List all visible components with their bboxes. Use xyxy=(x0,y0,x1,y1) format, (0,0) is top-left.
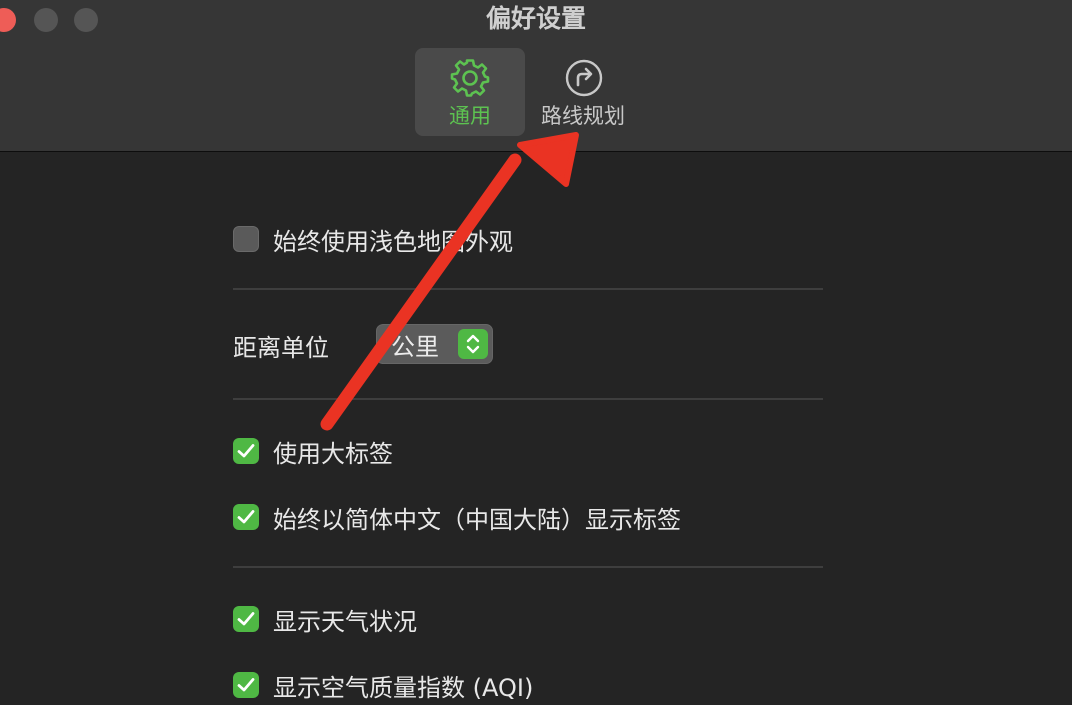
light-map-label: 始终使用浅色地图外观 xyxy=(273,227,513,256)
aqi-checkbox[interactable] xyxy=(233,672,259,698)
setting-aqi[interactable]: 显示空气质量指数 (AQI) xyxy=(233,665,533,705)
divider xyxy=(233,288,823,290)
setting-light-map[interactable]: 始终使用浅色地图外观 xyxy=(233,219,513,259)
setting-distance-unit: 距离单位 xyxy=(233,325,329,365)
divider xyxy=(233,398,823,400)
weather-label: 显示天气状况 xyxy=(273,607,417,636)
aqi-label: 显示空气质量指数 (AQI) xyxy=(273,673,534,702)
tab-route-planning-label: 路线规划 xyxy=(541,104,625,128)
checkmark-icon xyxy=(237,678,255,692)
large-labels-checkbox[interactable] xyxy=(233,438,259,464)
checkmark-icon xyxy=(237,612,255,626)
gear-icon xyxy=(450,59,490,97)
simplified-chinese-checkbox[interactable] xyxy=(233,504,259,530)
distance-unit-select[interactable]: 公里 xyxy=(376,324,493,364)
tab-general-label: 通用 xyxy=(449,104,491,128)
route-arrow-icon xyxy=(565,59,603,97)
tab-route-planning[interactable]: 路线规划 xyxy=(528,48,638,136)
checkmark-icon xyxy=(237,444,255,458)
tab-general[interactable]: 通用 xyxy=(415,48,525,136)
setting-large-labels[interactable]: 使用大标签 xyxy=(233,431,393,471)
setting-weather[interactable]: 显示天气状况 xyxy=(233,599,417,639)
simplified-chinese-label: 始终以简体中文（中国大陆）显示标签 xyxy=(273,505,681,534)
light-map-checkbox[interactable] xyxy=(233,226,259,252)
large-labels-label: 使用大标签 xyxy=(273,439,393,468)
chevron-up-down-icon xyxy=(458,329,488,359)
distance-unit-value: 公里 xyxy=(391,332,439,361)
toolbar: 偏好设置 通用 路线规划 xyxy=(0,0,1072,152)
divider xyxy=(233,566,823,568)
distance-unit-label: 距离单位 xyxy=(233,333,329,362)
checkmark-icon xyxy=(237,510,255,524)
window-title: 偏好设置 xyxy=(485,4,586,33)
weather-checkbox[interactable] xyxy=(233,606,259,632)
setting-simplified-chinese[interactable]: 始终以简体中文（中国大陆）显示标签 xyxy=(233,497,681,537)
